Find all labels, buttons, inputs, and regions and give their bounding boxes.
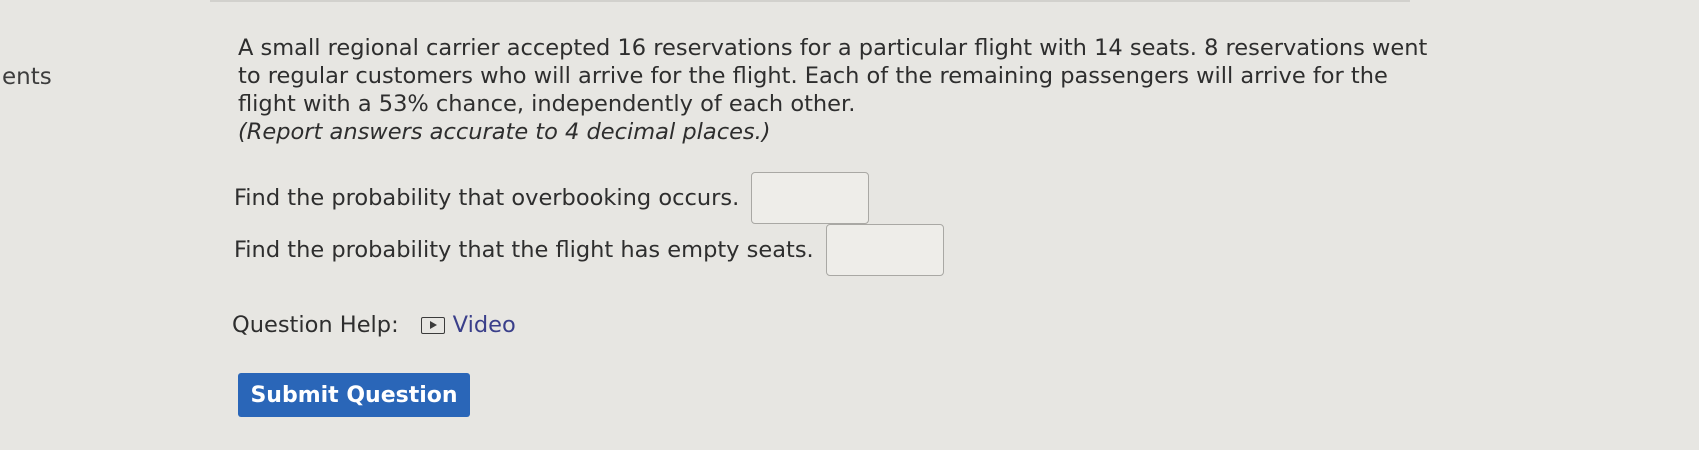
part-prompt: Find the probability that overbooking oc…: [234, 185, 740, 211]
question-line: to regular customers who will arrive for…: [238, 63, 1388, 89]
submit-question-button[interactable]: Submit Question: [238, 373, 470, 417]
question-part-empty-seats: Find the probability that the flight has…: [234, 224, 944, 276]
sidebar-partial-label: ents: [2, 64, 52, 90]
question-part-overbooking: Find the probability that overbooking oc…: [234, 172, 870, 224]
part-prompt: Find the probability that the flight has…: [234, 237, 814, 263]
top-divider: [210, 0, 1410, 2]
play-icon: [420, 316, 445, 334]
video-link[interactable]: Video: [420, 312, 516, 338]
question-help: Question Help: Video: [232, 312, 516, 338]
question-text: A small regional carrier accepted 16 res…: [238, 34, 1468, 146]
question-line: A small regional carrier accepted 16 res…: [238, 35, 1428, 61]
answer-input-empty-seats[interactable]: [825, 224, 944, 276]
question-note: (Report answers accurate to 4 decimal pl…: [238, 119, 771, 145]
question-help-label: Question Help:: [232, 312, 399, 338]
video-label: Video: [452, 312, 516, 338]
answer-input-overbooking[interactable]: [751, 172, 870, 224]
question-line: flight with a 53% chance, independently …: [238, 91, 856, 117]
